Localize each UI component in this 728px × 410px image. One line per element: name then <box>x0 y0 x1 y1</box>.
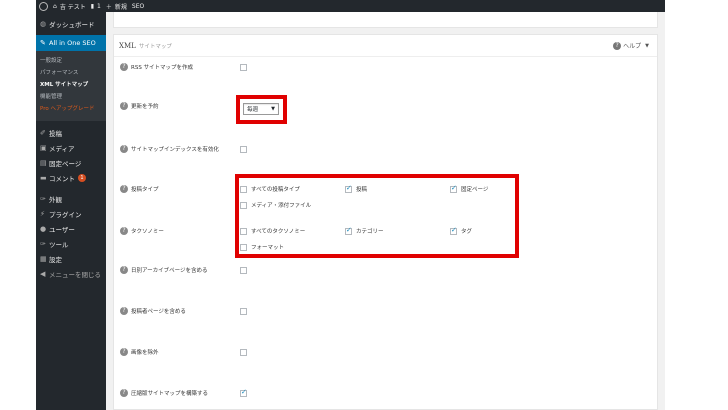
adminbar-seo[interactable]: SEO <box>132 3 144 10</box>
submenu-pro-upgrade[interactable]: Pro へアップグレード <box>36 103 106 115</box>
setting-taxonomies: ? タクソノミー <box>120 227 164 235</box>
collapse-arrow-icon: ◀ <box>40 269 46 278</box>
menu-item-posts[interactable]: ✐ 投稿 <box>36 125 106 140</box>
setting-rss: ? RSS サイトマップを作成 <box>120 63 193 71</box>
home-icon: ⌂ <box>53 2 57 10</box>
help-icon[interactable]: ? <box>120 307 128 315</box>
panel-title: XML サイトマップ <box>119 41 172 50</box>
help-icon: ? <box>613 41 622 50</box>
paintbrush-icon: ✑ <box>40 194 46 203</box>
comment-bubble-icon: ▮ <box>90 2 95 10</box>
highlight-box-schedule <box>236 95 287 124</box>
help-icon[interactable]: ? <box>120 227 128 235</box>
pushpin-icon: ✐ <box>40 128 46 137</box>
wrench-icon: ✑ <box>40 239 46 248</box>
submenu-features[interactable]: 機能管理 <box>36 91 106 103</box>
panel-header: XML サイトマップ <box>114 35 657 57</box>
adminbar-new[interactable]: ＋新規 <box>106 2 127 11</box>
submenu-performance[interactable]: パフォーマンス <box>36 67 106 79</box>
adminbar-comments[interactable]: ▮ 1 <box>91 3 101 10</box>
menu-collapse[interactable]: ◀ メニューを閉じる <box>36 266 106 281</box>
aioseo-submenu: 一般設定 パフォーマンス XML サイトマップ 機能管理 Pro へアップグレー… <box>36 51 106 121</box>
setting-author: ? 投稿者ページを含める <box>120 307 186 315</box>
menu-item-settings[interactable]: ▦ 設定 <box>36 251 106 266</box>
rss-checkbox[interactable] <box>240 64 247 71</box>
highlight-box-types <box>235 174 519 258</box>
menu-item-dashboard[interactable]: ◍ ダッシュボード <box>36 16 106 31</box>
adminbar-site-name[interactable]: ⌂ 吉 テスト <box>53 2 86 11</box>
author-checkbox[interactable] <box>240 308 247 315</box>
menu-item-media[interactable]: ▣ メディア <box>36 140 106 155</box>
setting-images: ? 画像を除外 <box>120 348 159 356</box>
help-toggle[interactable]: ? ヘルプ ▼ <box>613 41 649 50</box>
help-icon[interactable]: ? <box>120 145 128 153</box>
submenu-xml-sitemap[interactable]: XML サイトマップ <box>36 79 106 91</box>
comments-icon: ▬ <box>40 173 47 182</box>
media-icon: ▣ <box>40 143 47 152</box>
help-icon[interactable]: ? <box>120 102 128 110</box>
wordpress-logo-icon[interactable] <box>39 1 48 11</box>
help-icon[interactable]: ? <box>120 266 128 274</box>
caret-down-icon: ▼ <box>645 42 649 49</box>
menu-item-tools[interactable]: ✑ ツール <box>36 236 106 251</box>
help-icon[interactable]: ? <box>120 63 128 71</box>
setting-sitemap-index: ? サイトマップインデックスを有効化 <box>120 145 219 153</box>
date-archive-checkbox[interactable] <box>240 267 247 274</box>
pages-icon: ▤ <box>40 158 47 167</box>
admin-bar: ⌂ 吉 テスト ▮ 1 ＋新規 SEO <box>36 0 665 12</box>
help-icon[interactable]: ? <box>120 185 128 193</box>
settings-icon: ▦ <box>40 254 47 263</box>
sitemap-index-checkbox[interactable] <box>240 146 247 153</box>
menu-item-pages[interactable]: ▤ 固定ページ <box>36 155 106 170</box>
plugin-icon: ⚡ <box>40 209 45 218</box>
setting-date-archive: ? 日別アーカイブページを含める <box>120 266 208 274</box>
comments-count-badge: 1 <box>78 173 86 182</box>
admin-menu: ◍ ダッシュボード ✎ All in One SEO 一般設定 パフォーマンス XM… <box>36 12 106 410</box>
menu-item-aioseo[interactable]: ✎ All in One SEO <box>36 35 106 51</box>
help-icon[interactable]: ? <box>120 348 128 356</box>
images-checkbox[interactable] <box>240 349 247 356</box>
dashboard-icon: ◍ <box>40 19 47 28</box>
compressed-checkbox[interactable] <box>240 388 247 397</box>
submenu-general[interactable]: 一般設定 <box>36 55 106 67</box>
setting-schedule: ? 更新を予約 <box>120 102 159 110</box>
user-icon: ● <box>40 224 47 233</box>
menu-item-users[interactable]: ● ユーザー <box>36 221 106 236</box>
menu-item-comments[interactable]: ▬ コメント 1 <box>36 170 106 185</box>
plus-icon: ＋ <box>105 3 112 11</box>
top-box <box>113 12 658 28</box>
help-icon[interactable]: ? <box>120 389 128 397</box>
setting-compressed: ? 圧縮版サイトマップを構築する <box>120 389 208 397</box>
menu-item-plugins[interactable]: ⚡ プラグイン <box>36 206 106 221</box>
setting-post-types: ? 投稿タイプ <box>120 185 159 193</box>
aioseo-icon: ✎ <box>40 39 46 47</box>
menu-item-appearance[interactable]: ✑ 外観 <box>36 191 106 206</box>
